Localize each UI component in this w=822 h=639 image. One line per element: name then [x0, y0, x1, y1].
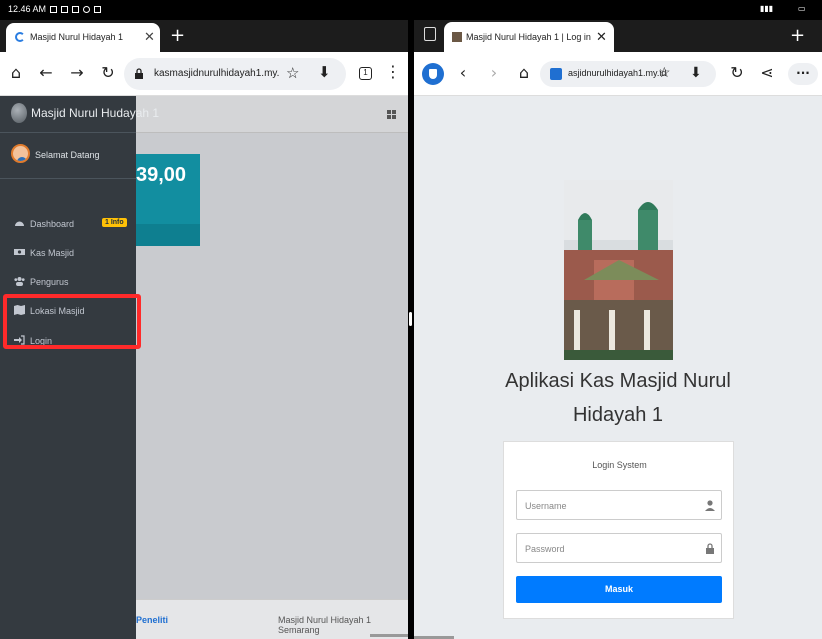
app-title: Aplikasi Kas Masjid Nurul Hidayah 1 — [494, 364, 742, 432]
tab-strip: Masjid Nurul Hidayah 1 | Log in ✕ + — [414, 20, 822, 52]
sidebar-item-dashboard[interactable]: Dashboard 1 Info — [0, 210, 136, 238]
lock-icon — [706, 543, 714, 554]
masuk-button[interactable]: Masuk — [516, 576, 722, 603]
tab-title: Masjid Nurul Hidayah 1 | Log in — [466, 32, 591, 42]
status-time: 12.46 AM — [8, 4, 47, 14]
forward-icon[interactable]: → — [66, 62, 88, 84]
bookmark-star-icon[interactable]: ☆ — [286, 64, 299, 82]
sidebar-item-pengurus[interactable]: Pengurus — [0, 268, 136, 296]
sidebar-item-label: Kas Masjid — [30, 248, 75, 258]
address-bar[interactable]: kasmasjidnurulhidayah1.my.id/pu ☆ ⬇ — [124, 58, 346, 90]
info-badge: 1 Info — [102, 218, 127, 227]
tab-masjid[interactable]: Masjid Nurul Hidayah 1 ✕ — [6, 23, 160, 52]
new-tab-icon[interactable]: + — [170, 25, 185, 46]
sidebar-item-label: Dashboard — [30, 219, 75, 229]
forward-icon[interactable]: › — [483, 62, 505, 84]
mail-icon — [72, 6, 79, 13]
address-bar[interactable]: asjidnurulhidayah1.my.id ☆ ⬇ — [540, 61, 716, 87]
app-title-line1: Aplikasi Kas Masjid Nurul — [505, 370, 731, 392]
lock-icon — [135, 68, 143, 79]
share-icon[interactable]: ⋖ — [756, 62, 778, 84]
login-highlight-box — [3, 294, 141, 349]
right-browser-window: Masjid Nurul Hidayah 1 | Log in ✕ + ‹ › … — [414, 20, 822, 639]
menu-kebab-icon[interactable]: ⋮ — [385, 62, 401, 81]
tabs-overview-icon[interactable] — [424, 27, 436, 41]
brand-logo-icon — [11, 103, 27, 123]
shield-icon[interactable] — [422, 63, 444, 85]
instagram-icon — [83, 6, 90, 13]
login-card: Login System Username Password Masuk — [503, 441, 734, 619]
tab-login[interactable]: Masjid Nurul Hidayah 1 | Log in ✕ — [444, 22, 614, 52]
bookmark-star-icon[interactable]: ☆ — [658, 64, 671, 81]
sidebar-brand[interactable]: Masjid Nurul Hudayah 1 — [0, 96, 159, 133]
battery-icon: ▭ — [798, 4, 806, 13]
avatar — [11, 144, 30, 163]
brand-name: Masjid Nurul Hudayah 1 — [31, 106, 160, 120]
info-box-value: 39,00 — [136, 164, 187, 186]
loading-spinner-icon — [15, 32, 25, 42]
tab-strip: Masjid Nurul Hidayah 1 ✕ + — [0, 20, 408, 52]
browser-toolbar: ‹ › ⌂ asjidnurulhidayah1.my.id ☆ ⬇ ↻ ⋖ ·… — [414, 52, 822, 96]
close-tab-icon[interactable]: ✕ — [596, 29, 607, 45]
password-placeholder: Password — [525, 544, 565, 554]
reload-icon[interactable]: ↻ — [726, 62, 748, 84]
tab-title: Masjid Nurul Hidayah 1 — [30, 32, 124, 42]
welcome-text: Selamat Datang — [35, 150, 100, 160]
signal-icon: ▮▮▮ — [760, 4, 774, 13]
footer-copyright: Masjid Nurul Hidayah 1 Semarang — [278, 615, 372, 635]
lock-icon — [550, 68, 562, 80]
back-icon[interactable]: ‹ — [452, 62, 474, 84]
users-icon — [14, 277, 25, 286]
login-card-title: Login System — [592, 460, 647, 470]
tab-count-button[interactable]: 1 — [359, 67, 372, 80]
back-icon[interactable]: ← — [35, 62, 57, 84]
reload-icon[interactable]: ↻ — [97, 62, 119, 84]
sidebar: Masjid Nurul Hudayah 1 Selamat Datang Da… — [0, 96, 159, 639]
download-icon[interactable]: ⬇ — [690, 64, 702, 81]
username-field[interactable]: Username — [516, 490, 722, 520]
scrollbar[interactable] — [370, 634, 408, 637]
close-tab-icon[interactable]: ✕ — [144, 29, 155, 45]
user-panel: Selamat Datang — [0, 133, 136, 179]
download-icon[interactable]: ⬇ — [318, 63, 331, 81]
home-icon[interactable]: ⌂ — [5, 62, 27, 84]
youtube-icon — [94, 6, 101, 13]
password-field[interactable]: Password — [516, 533, 722, 563]
info-box-footer[interactable] — [136, 224, 200, 246]
sidebar-item-kas-masjid[interactable]: Kas Masjid — [0, 239, 136, 267]
new-tab-icon[interactable]: + — [790, 25, 805, 46]
mosque-photo — [564, 180, 673, 360]
page-footer: Peneliti Masjid Nurul Hidayah 1 Semarang — [136, 599, 408, 639]
home-icon[interactable]: ⌂ — [513, 62, 535, 84]
split-handle[interactable] — [409, 312, 412, 326]
url-text: kasmasjidnurulhidayah1.my.id/pu — [154, 68, 280, 79]
mosque-favicon-icon — [452, 32, 462, 42]
user-icon — [705, 500, 715, 511]
facebook-icon — [61, 6, 68, 13]
notification-icon — [50, 6, 57, 13]
sidebar-item-label: Pengurus — [30, 277, 69, 287]
url-text: asjidnurulhidayah1.my.id — [568, 68, 667, 78]
status-bar: 12.46 AM ▮▮▮ ▭ — [0, 0, 822, 20]
money-icon — [14, 249, 25, 255]
tachometer-icon — [15, 221, 24, 226]
browser-toolbar: ⌂ ← → ↻ kasmasjidnurulhidayah1.my.id/pu … — [0, 52, 408, 96]
username-placeholder: Username — [525, 501, 567, 511]
login-page: Aplikasi Kas Masjid Nurul Hidayah 1 Logi… — [414, 96, 822, 639]
grid-icon[interactable] — [387, 110, 396, 119]
more-menu-icon[interactable]: ··· — [788, 63, 818, 85]
app-title-line2: Hidayah 1 — [572, 404, 664, 426]
info-box: 39,00 — [136, 154, 200, 246]
footer-link-peneliti[interactable]: Peneliti — [136, 615, 168, 625]
